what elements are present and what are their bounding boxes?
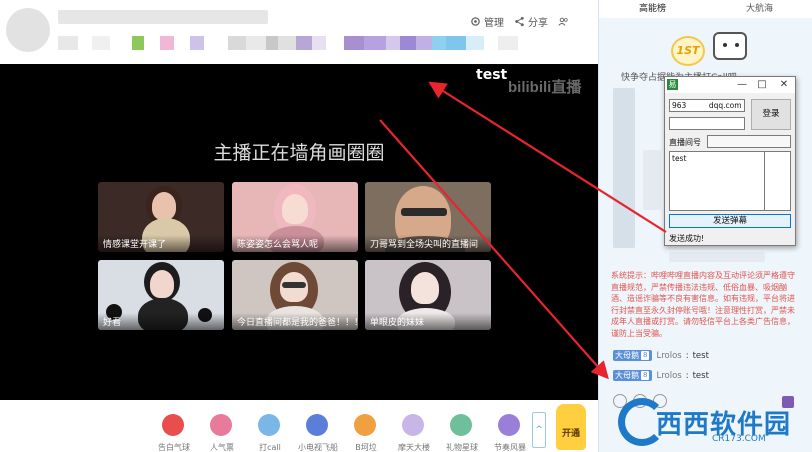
first-place-badge: 1ST [671, 36, 705, 66]
users-icon [558, 17, 568, 26]
recommended-room-1[interactable]: 情感课堂开课了 [98, 182, 224, 252]
share-label: 分享 [528, 18, 548, 29]
manage-label: 管理 [484, 18, 504, 29]
room-number-input[interactable] [707, 135, 791, 148]
rank-empty-state: 1ST [609, 20, 803, 76]
chat-text: test [692, 350, 709, 361]
gift-label: 打call [259, 443, 281, 452]
send-danmu-button[interactable]: 发送弹幕 [669, 214, 791, 228]
chat-message: 大母鹅 8 Lrolos: test [613, 350, 709, 361]
window-titlebar[interactable]: 易 — □ ✕ [665, 77, 795, 93]
gift-label: 节奏风暴 [494, 443, 526, 452]
gift-icon [498, 414, 520, 436]
gift-icon [258, 414, 280, 436]
gift-scroll-button[interactable]: ^ [532, 412, 546, 448]
gift-icon [306, 414, 328, 436]
tag-bar-blurred [58, 36, 578, 50]
tab-high-energy[interactable]: 高能榜 [599, 0, 706, 18]
chat-history-blurred-2 [643, 150, 661, 210]
recommended-room-5[interactable]: 今日直播间都是我的爸爸！！！ [232, 260, 358, 330]
gift-label: 小电视飞船 [298, 443, 338, 452]
gift-icon [162, 414, 184, 436]
share-button[interactable]: 分享 [514, 14, 548, 29]
manage-button[interactable]: 管理 [470, 14, 504, 29]
maximize-button[interactable]: □ [753, 77, 771, 93]
medal-level: 8 [640, 350, 651, 361]
stream-status-title: 主播正在墙角画圈圈 [213, 142, 385, 164]
room-title-blurred [58, 10, 268, 24]
gift-label: 人气票 [210, 443, 234, 452]
gift-item[interactable]: 摩天大楼 [398, 414, 430, 452]
gift-label: 礼物星球 [446, 443, 478, 452]
app-icon: 易 [667, 79, 678, 90]
gift-icon [210, 414, 232, 436]
minimize-button[interactable]: — [733, 77, 751, 93]
chat-colon: : [685, 370, 689, 381]
gift-item[interactable]: 打call [254, 414, 284, 452]
fan-medal-badge[interactable]: 大母鹅 8 [613, 370, 653, 381]
close-button[interactable]: ✕ [775, 77, 793, 93]
tab-guard[interactable]: 大航海 [706, 0, 812, 18]
recommended-room-2[interactable]: 陈姿姿怎么会骂人呢 [232, 182, 358, 252]
users-button[interactable] [558, 16, 569, 27]
tv-mascot-icon [713, 32, 747, 60]
site-watermark: 西西软件园 CR173.COM [618, 398, 794, 446]
gift-label: 摩天大楼 [398, 443, 430, 452]
header-actions: 管理 分享 [470, 14, 569, 29]
account-input[interactable]: 963 dqq.com [669, 99, 745, 112]
send-status-text: 发送成功! [669, 234, 705, 243]
password-input[interactable] [669, 117, 745, 130]
recommended-room-6[interactable]: 单眼皮的妹妹 [365, 260, 491, 330]
gift-icon [354, 414, 376, 436]
room-caption: 陈姿姿怎么会骂人呢 [232, 235, 358, 252]
gift-item[interactable]: 告白气球 [158, 414, 190, 452]
fan-medal-badge[interactable]: 大母鹅 8 [613, 350, 653, 361]
recommended-room-3[interactable]: 刀哥骂到全场尖叫的直播间 [365, 182, 491, 252]
gift-label: 告白气球 [158, 443, 190, 452]
chat-message: 大母鹅 8 Lrolos: test [613, 370, 709, 381]
room-header: 管理 分享 [0, 0, 600, 64]
room-caption: 好看 [98, 313, 224, 330]
danmu-sender-window: 易 — □ ✕ 963 dqq.com 登录 直播间号 test 发送弹幕 发送… [664, 76, 796, 246]
screenshot-root: 管理 分享 test bilibili直播 主播正在墙角画圈圈 情感课堂开课了 … [0, 0, 812, 452]
chat-history-blurred-3 [669, 252, 765, 262]
gear-icon [471, 17, 480, 26]
room-caption: 今日直播间都是我的爸爸！！！ [232, 313, 358, 330]
watermark-url: CR173.COM [712, 434, 766, 444]
share-icon [515, 16, 524, 27]
medal-name: 大母鹅 [615, 351, 639, 360]
message-textarea[interactable]: test [669, 151, 765, 211]
gift-item[interactable]: 节奏风暴 [494, 414, 526, 452]
gift-item[interactable]: 礼物星球 [446, 414, 478, 452]
chat-text: test [692, 370, 709, 381]
medal-name: 大母鹅 [615, 371, 639, 380]
medal-level: 8 [640, 370, 651, 381]
login-button[interactable]: 登录 [751, 99, 791, 130]
chat-username[interactable]: Lrolos [656, 351, 681, 361]
open-membership-button[interactable]: 开通 [556, 404, 586, 450]
textarea-scrollbar[interactable] [765, 151, 791, 211]
gift-item[interactable]: B坷垃 [350, 414, 380, 452]
room-caption: 单眼皮的妹妹 [365, 313, 491, 330]
rank-tabs: 高能榜 大航海 [599, 0, 812, 18]
room-caption: 刀哥骂到全场尖叫的直播间 [365, 235, 491, 252]
recommended-room-4[interactable]: 好看 [98, 260, 224, 330]
room-caption: 情感课堂开课了 [98, 235, 224, 252]
gift-item[interactable]: 小电视飞船 [298, 414, 338, 452]
gift-item[interactable]: 人气票 [206, 414, 236, 452]
chat-colon: : [685, 350, 689, 361]
room-number-label: 直播间号 [669, 138, 701, 147]
avatar-blurred[interactable] [6, 8, 50, 52]
video-player[interactable]: test bilibili直播 主播正在墙角画圈圈 情感课堂开课了 陈姿姿怎么会… [0, 64, 598, 400]
gift-icon [450, 414, 472, 436]
system-notice: 系统提示：哔哩哔哩直播内容及互动评论须严格遵守直播规范，严禁传播违法违规、低俗血… [611, 271, 795, 338]
chat-history-blurred [613, 88, 635, 248]
gift-label: B坷垃 [355, 443, 377, 452]
gift-icon [402, 414, 424, 436]
danmu-overlay-text: test [476, 67, 508, 83]
bilibili-live-logo: bilibili直播 [508, 79, 582, 96]
chat-username[interactable]: Lrolos [656, 371, 681, 381]
